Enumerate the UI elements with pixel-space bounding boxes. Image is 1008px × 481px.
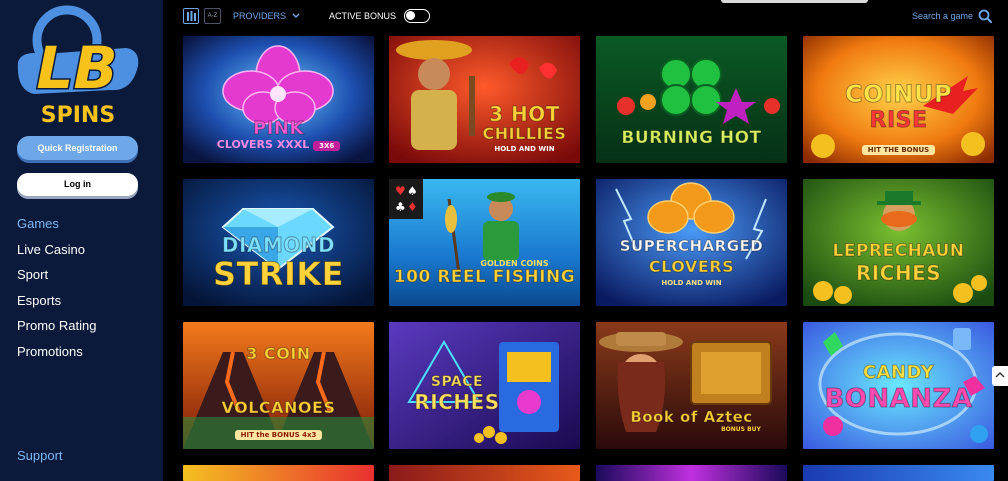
nav-item-sport[interactable]: Sport: [17, 267, 96, 293]
nav-item-live-casino[interactable]: Live Casino: [17, 242, 96, 268]
svg-text:♣: ♣: [395, 200, 406, 214]
chevron-up-icon: [995, 372, 1005, 378]
game-title: PINK: [253, 118, 304, 140]
game-tile-pink-clovers[interactable]: PINK CLOVERS XXXL 3X6: [183, 36, 374, 163]
dropdown-panel-edge: [721, 0, 868, 3]
game-badge: 3X6: [313, 141, 341, 151]
main-nav: Games Live Casino Sport Esports Promo Ra…: [17, 216, 96, 369]
game-tile-leprechaun-riches[interactable]: LEPRECHAUN RICHES: [803, 179, 994, 306]
toggle-knob: [406, 11, 415, 20]
search-game-link[interactable]: Search a game: [912, 11, 973, 21]
game-tile-diamond-strike[interactable]: DIAMOND STRIKE: [183, 179, 374, 306]
game-subtitle: 100 REEL FISHING: [393, 267, 576, 288]
game-tile-space-riches[interactable]: SPACE RICHES: [389, 322, 580, 449]
game-subtitle: CLOVERS: [648, 257, 735, 277]
game-subtitle: STRIKE: [212, 255, 345, 294]
game-badge: HOLD AND WIN: [494, 145, 555, 153]
game-subtitle: RISE: [869, 108, 928, 134]
game-tile-reel-fishing[interactable]: ♥ ♠ ♣ ♦ GOLDEN COINS 100 REEL FISHING: [389, 179, 580, 306]
svg-text:♦: ♦: [407, 200, 418, 214]
game-subtitle: VOLCANOES: [221, 398, 336, 418]
game-badge: HIT the BONUS 4x3: [234, 430, 323, 440]
game-title: COINUP: [844, 80, 953, 109]
game-tile-partial[interactable]: [596, 465, 787, 481]
game-tile-partial[interactable]: [389, 465, 580, 481]
game-title: 3 HOT: [489, 102, 560, 127]
game-tile-burning-hot[interactable]: BURNING HOT: [596, 36, 787, 163]
game-tile-supercharged-clovers[interactable]: SUPERCHARGED CLOVERS HOLD AND WIN: [596, 179, 787, 306]
game-subtitle: RICHES: [414, 390, 500, 415]
chevron-down-icon: [292, 13, 300, 18]
game-title: BURNING HOT: [621, 128, 762, 149]
game-subtitle: BONANZA: [824, 384, 973, 415]
nav-item-esports[interactable]: Esports: [17, 293, 96, 319]
nav-item-promo-rating[interactable]: Promo Rating: [17, 318, 96, 344]
sort-az-button[interactable]: A-Z: [204, 8, 221, 24]
support-link[interactable]: Support: [17, 448, 63, 463]
nav-item-games[interactable]: Games: [17, 216, 96, 242]
game-title: SPACE: [430, 374, 484, 391]
active-bonus-toggle[interactable]: [404, 9, 430, 23]
game-tile-3-coin-volcanoes[interactable]: 3 COIN VOLCANOES HIT the BONUS 4x3: [183, 322, 374, 449]
game-title: CANDY: [862, 362, 935, 384]
game-tile-partial[interactable]: [183, 465, 374, 481]
quick-registration-button[interactable]: Quick Registration: [17, 136, 138, 160]
login-button[interactable]: Log in: [17, 173, 138, 196]
game-tile-partial[interactable]: [803, 465, 994, 481]
game-badge: HIT THE BONUS: [861, 145, 936, 155]
svg-text:♥: ♥: [395, 184, 406, 198]
svg-text:♠: ♠: [407, 184, 418, 198]
game-title: 3 COIN: [246, 344, 311, 364]
game-tile-coinup-rise[interactable]: COINUP RISE HIT THE BONUS: [803, 36, 994, 163]
game-tile-candy-bonanza[interactable]: CANDY BONANZA: [803, 322, 994, 449]
game-subtitle: RICHES: [855, 261, 942, 286]
game-title: SUPERCHARGED: [619, 237, 764, 256]
logo-sub: SPINS: [41, 103, 115, 128]
search-icon[interactable]: [978, 9, 992, 23]
providers-dropdown[interactable]: PROVIDERS: [233, 11, 300, 21]
game-badge: BONUS BUY: [721, 426, 761, 433]
game-subtitle: CLOVERS XXXL: [216, 138, 310, 151]
providers-label: PROVIDERS: [233, 11, 287, 21]
site-logo[interactable]: LB SPINS: [14, 4, 144, 129]
bar-chart-icon: [187, 11, 196, 21]
game-subtitle: CHILLIES: [482, 124, 567, 144]
game-title: Book of Aztec: [630, 408, 753, 427]
logo-letters: LB: [36, 34, 117, 102]
scroll-to-top-button[interactable]: [992, 366, 1008, 386]
game-badge: HOLD AND WIN: [661, 279, 722, 287]
game-title: LEPRECHAUN: [832, 241, 965, 262]
active-bonus-label: ACTIVE BONUS: [329, 11, 397, 21]
nav-item-promotions[interactable]: Promotions: [17, 344, 96, 370]
game-tile-3-hot-chillies[interactable]: 3 HOT CHILLIES HOLD AND WIN: [389, 36, 580, 163]
sidebar: LB SPINS Quick Registration Log in Games…: [0, 0, 163, 481]
grid-view-button[interactable]: [183, 8, 199, 24]
game-title: DIAMOND: [221, 233, 336, 258]
game-tile-book-of-aztec[interactable]: Book of Aztec BONUS BUY: [596, 322, 787, 449]
